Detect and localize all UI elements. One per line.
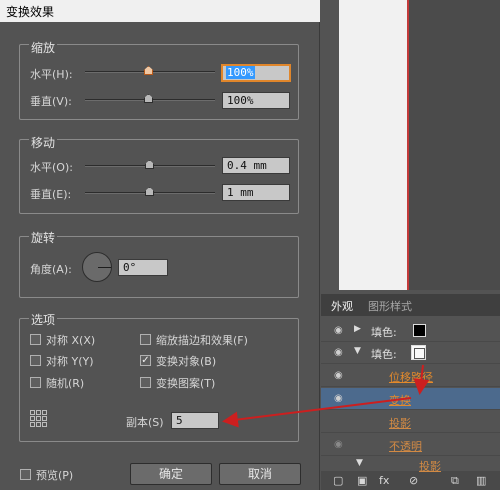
delete-icon[interactable]: ▥ <box>476 474 486 487</box>
duplicate-icon[interactable]: ⧉ <box>451 474 459 488</box>
scale-strokes-checkbox[interactable] <box>140 334 151 345</box>
transform-patterns-checkbox[interactable] <box>140 377 151 388</box>
move-vertical-label: 垂直(E): <box>30 188 72 201</box>
appearance-row-transform[interactable]: ◉ 变换 <box>321 388 500 410</box>
tab-graphic-styles[interactable]: 图形样式 <box>368 298 412 314</box>
move-horizontal-input[interactable]: 0.4 mm <box>222 157 290 174</box>
visibility-eye-icon[interactable]: ◉ <box>334 347 343 358</box>
move-horizontal-label: 水平(O): <box>30 161 73 174</box>
reference-point-icon[interactable] <box>30 410 47 427</box>
options-group-title: 选项 <box>29 311 58 328</box>
effect-link-transform[interactable]: 变换 <box>389 392 411 408</box>
disclosure-right-icon[interactable]: ▶ <box>354 324 361 334</box>
fx-icon[interactable]: fx <box>379 474 389 487</box>
ok-button[interactable]: 确定 <box>130 463 212 485</box>
visibility-eye-icon[interactable]: ◉ <box>334 325 343 336</box>
reflect-y-label: 对称 Y(Y) <box>46 355 94 368</box>
tab-appearance[interactable]: 外观 <box>331 298 353 314</box>
fill-icon[interactable]: ▣ <box>357 474 367 487</box>
pasteboard <box>409 0 500 290</box>
artboard-page <box>339 0 409 290</box>
fill-swatch-black[interactable] <box>413 324 426 337</box>
copies-label: 副本(S) <box>126 416 164 429</box>
scale-horizontal-input[interactable]: 100% <box>221 64 291 82</box>
reflect-x-label: 对称 X(X) <box>46 334 96 347</box>
clear-icon[interactable]: ⊘ <box>409 474 418 487</box>
appearance-row-opacity[interactable]: ◉ 不透明 <box>321 434 500 456</box>
disclosure-down-icon[interactable]: ▼ <box>354 346 361 356</box>
move-vertical-input[interactable]: 1 mm <box>222 184 290 201</box>
rotate-angle-label: 角度(A): <box>30 263 72 276</box>
effect-link-drop-shadow[interactable]: 投影 <box>389 415 411 431</box>
move-group-title: 移动 <box>29 134 58 151</box>
transform-objects-label: 变换对象(B) <box>156 355 217 368</box>
appearance-row-offset-path[interactable]: ◉ 位移路径 <box>321 365 500 387</box>
random-label: 随机(R) <box>46 377 85 390</box>
transform-effect-dialog: 变换效果 缩放 水平(H): 100% 垂直(V): 100% 移动 水平(O)… <box>0 0 320 490</box>
reflect-y-checkbox[interactable] <box>30 355 41 366</box>
fill-label: 填色: <box>371 348 397 361</box>
disclosure-down-icon[interactable]: ▼ <box>356 458 363 468</box>
appearance-row-fill-black[interactable]: ◉ ▶ 填色: <box>321 320 500 342</box>
scale-vertical-label: 垂直(V): <box>30 95 72 108</box>
scale-strokes-label: 缩放描边和效果(F) <box>156 334 248 347</box>
appearance-row-drop-shadow-2[interactable]: ▼ 投影 <box>321 456 500 473</box>
scale-vertical-input[interactable]: 100% <box>222 92 290 109</box>
scale-group-title: 缩放 <box>29 39 58 56</box>
visibility-eye-icon[interactable]: ◉ <box>334 439 343 450</box>
transform-objects-checkbox[interactable]: ✓ <box>140 355 151 366</box>
effect-link-offset-path[interactable]: 位移路径 <box>389 369 433 385</box>
scale-horizontal-label: 水平(H): <box>30 68 73 81</box>
transform-patterns-label: 变换图案(T) <box>156 377 216 390</box>
appearance-row-drop-shadow[interactable]: 投影 <box>321 411 500 433</box>
preview-label: 预览(P) <box>36 469 74 482</box>
random-checkbox[interactable] <box>30 377 41 388</box>
scale-horizontal-value: 100% <box>226 66 255 79</box>
visibility-eye-icon[interactable]: ◉ <box>334 393 343 404</box>
preview-checkbox[interactable] <box>20 469 31 480</box>
rotate-group-title: 旋转 <box>29 229 58 246</box>
rotate-angle-dial[interactable] <box>82 252 112 282</box>
fill-swatch-white[interactable] <box>411 345 426 360</box>
rotate-angle-input[interactable]: 0° <box>118 259 168 276</box>
checkmark-icon: ✓ <box>141 355 150 366</box>
cancel-button[interactable]: 取消 <box>219 463 301 485</box>
copies-input[interactable]: 5 <box>171 412 219 429</box>
appearance-panel-footer: ▢ ▣ fx ⊘ ⧉ ▥ <box>321 472 500 490</box>
fill-label: 填色: <box>371 326 397 339</box>
dialog-title: 变换效果 <box>0 0 320 22</box>
reflect-x-checkbox[interactable] <box>30 334 41 345</box>
effect-link-opacity[interactable]: 不透明 <box>389 438 422 454</box>
appearance-row-fill-white[interactable]: ◉ ▼ 填色: <box>321 342 500 364</box>
visibility-eye-icon[interactable]: ◉ <box>334 370 343 381</box>
new-item-icon[interactable]: ▢ <box>333 474 343 487</box>
move-group <box>19 139 299 214</box>
